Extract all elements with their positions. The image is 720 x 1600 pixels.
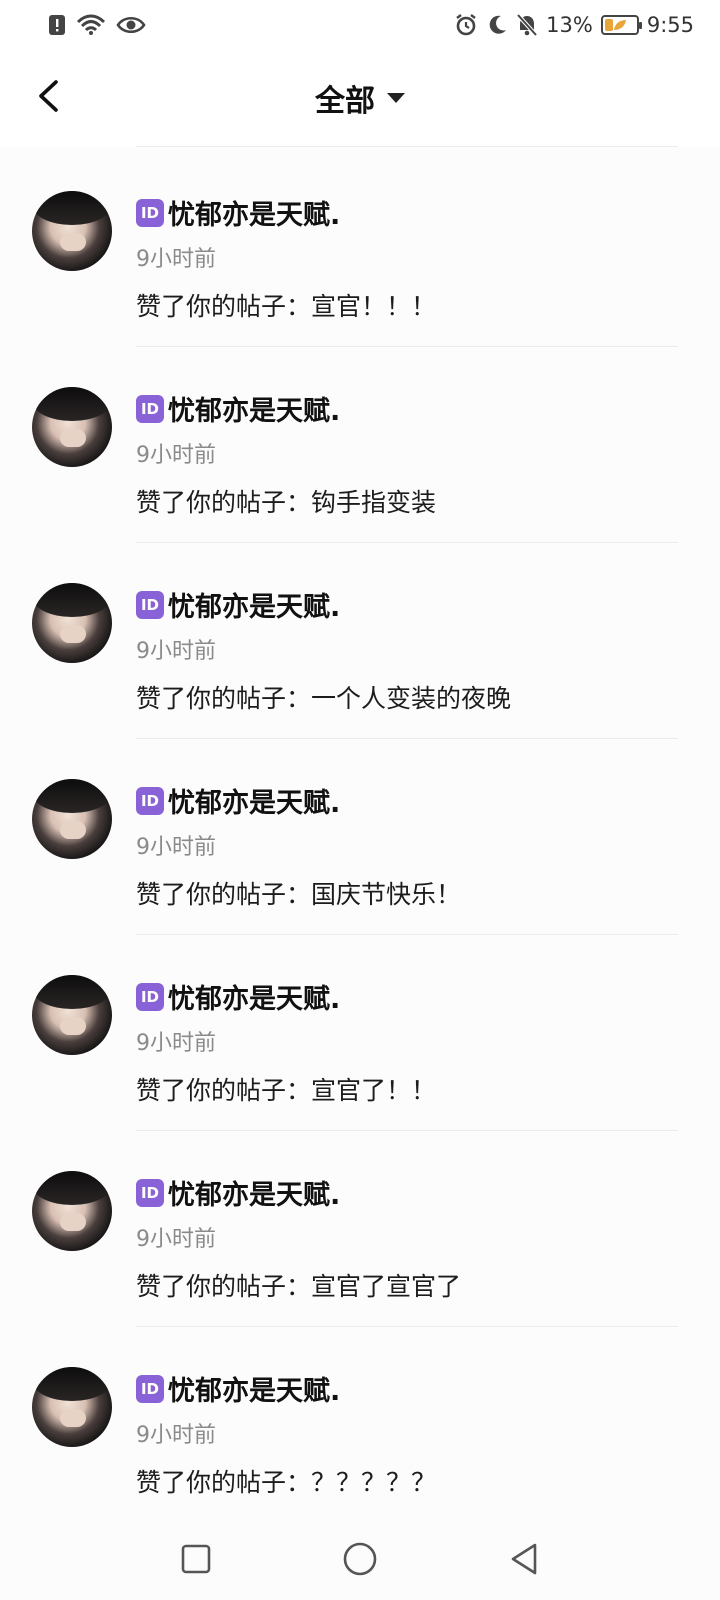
- avatar[interactable]: [32, 779, 112, 859]
- notification-item[interactable]: ID 忧郁亦是天赋. 9小时前 赞了你的帖子：钩手指变装: [0, 343, 720, 543]
- id-badge-icon: ID: [136, 1178, 164, 1207]
- notification-item[interactable]: ID 忧郁亦是天赋. 9小时前 赞了你的帖子：宣官了宣官了: [0, 1127, 720, 1327]
- battery-icon: [600, 15, 642, 35]
- bell-off-icon: [516, 13, 538, 37]
- back-button[interactable]: [28, 74, 68, 118]
- user-name[interactable]: 忧郁亦是天赋.: [168, 193, 340, 232]
- chevron-left-icon: [39, 80, 58, 112]
- name-row: ID 忧郁亦是天赋.: [136, 781, 340, 820]
- leaf-icon: [613, 20, 626, 30]
- eye-icon: [116, 16, 146, 34]
- notification-list: ID 忧郁亦是天赋. 9小时前 赞了你的帖子：宣官！！！ ID 忧郁亦是天赋. …: [0, 147, 720, 1517]
- battery-level: [604, 19, 613, 31]
- user-name[interactable]: 忧郁亦是天赋.: [168, 389, 340, 428]
- user-name[interactable]: 忧郁亦是天赋.: [168, 585, 340, 624]
- notification-text[interactable]: 赞了你的帖子：钩手指变装: [136, 483, 436, 519]
- avatar[interactable]: [32, 191, 112, 271]
- name-row: ID 忧郁亦是天赋.: [136, 585, 340, 624]
- recent-apps-button[interactable]: [174, 1537, 218, 1581]
- notification-item[interactable]: ID 忧郁亦是天赋. 9小时前 赞了你的帖子：一个人变装的夜晚: [0, 539, 720, 739]
- id-badge-icon: ID: [136, 590, 164, 619]
- avatar[interactable]: [32, 387, 112, 467]
- name-row: ID 忧郁亦是天赋.: [136, 389, 340, 428]
- avatar[interactable]: [32, 1367, 112, 1447]
- name-row: ID 忧郁亦是天赋.: [136, 977, 340, 1016]
- timestamp: 9小时前: [136, 639, 216, 664]
- name-row: ID 忧郁亦是天赋.: [136, 1173, 340, 1212]
- triangle-back-icon: [511, 1543, 537, 1574]
- user-name[interactable]: 忧郁亦是天赋.: [168, 781, 340, 820]
- user-name[interactable]: 忧郁亦是天赋.: [168, 1173, 340, 1212]
- notification-text[interactable]: 赞了你的帖子：宣官！！！: [136, 287, 436, 323]
- avatar[interactable]: [32, 1171, 112, 1251]
- timestamp: 9小时前: [136, 1423, 216, 1448]
- back-nav-button[interactable]: [502, 1537, 546, 1581]
- id-badge-icon: ID: [136, 198, 164, 227]
- square-icon: [181, 1544, 211, 1573]
- id-badge-icon: ID: [136, 1374, 164, 1403]
- timestamp: 9小时前: [136, 835, 216, 860]
- notification-item[interactable]: ID 忧郁亦是天赋. 9小时前 赞了你的帖子：宣官！！！: [0, 147, 720, 347]
- caret-down-icon: [387, 92, 405, 103]
- id-badge-icon: ID: [136, 394, 164, 423]
- battery-percent: 13%: [546, 13, 593, 37]
- notification-item[interactable]: ID 忧郁亦是天赋. 9小时前 赞了你的帖子：国庆节快乐！: [0, 735, 720, 935]
- status-left-icons: [48, 14, 146, 36]
- home-button[interactable]: [338, 1537, 382, 1581]
- name-row: ID 忧郁亦是天赋.: [136, 193, 340, 232]
- timestamp: 9小时前: [136, 247, 216, 272]
- notification-text[interactable]: 赞了你的帖子：一个人变装的夜晚: [136, 679, 511, 715]
- alert-icon: [49, 15, 65, 35]
- timestamp: 9小时前: [136, 1031, 216, 1056]
- circle-icon: [343, 1542, 377, 1575]
- notification-item[interactable]: ID 忧郁亦是天赋. 9小时前 赞了你的帖子：宣官了！！: [0, 931, 720, 1131]
- status-bar: 13% 9:55: [0, 0, 720, 50]
- page-title: 全部: [315, 83, 375, 119]
- avatar[interactable]: [32, 975, 112, 1055]
- notification-text[interactable]: 赞了你的帖子：国庆节快乐！: [136, 875, 461, 911]
- id-badge-icon: ID: [136, 786, 164, 815]
- moon-icon: [489, 15, 507, 34]
- wifi-icon: [76, 14, 106, 35]
- system-nav-bar: [0, 1517, 720, 1600]
- notification-text[interactable]: 赞了你的帖子：宣官了！！: [136, 1071, 436, 1107]
- header: 全部: [0, 50, 720, 145]
- notification-text[interactable]: 赞了你的帖子：？？？？？: [136, 1463, 436, 1499]
- clock-time: 9:55: [646, 13, 694, 37]
- alarm-icon: [456, 14, 476, 36]
- avatar[interactable]: [32, 583, 112, 663]
- name-row: ID 忧郁亦是天赋.: [136, 1369, 340, 1408]
- timestamp: 9小时前: [136, 1227, 216, 1252]
- status-right-icons: 13% 9:55: [454, 13, 694, 37]
- notification-text[interactable]: 赞了你的帖子：宣官了宣官了: [136, 1267, 461, 1303]
- user-name[interactable]: 忧郁亦是天赋.: [168, 1369, 340, 1408]
- notification-item[interactable]: ID 忧郁亦是天赋. 9小时前 赞了你的帖子：？？？？？: [0, 1323, 720, 1523]
- user-name[interactable]: 忧郁亦是天赋.: [168, 977, 340, 1016]
- timestamp: 9小时前: [136, 443, 216, 468]
- id-badge-icon: ID: [136, 982, 164, 1011]
- filter-dropdown[interactable]: 全部: [315, 76, 405, 120]
